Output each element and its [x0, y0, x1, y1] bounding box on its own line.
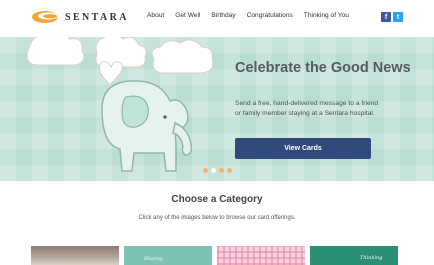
logo-swoosh-icon	[32, 11, 58, 23]
carousel-dot[interactable]	[203, 168, 208, 173]
nav-item-congratulations[interactable]: Congratulations	[247, 12, 293, 19]
carousel-dot[interactable]	[227, 168, 232, 173]
carousel-dot-active[interactable]	[211, 168, 216, 173]
site-header: SENTARA About Get Well Birthday Congratu…	[0, 0, 434, 37]
view-cards-button[interactable]: View Cards	[235, 138, 371, 159]
nav-item-get-well[interactable]: Get Well	[175, 12, 200, 19]
category-thumbnail[interactable]: Thinking	[310, 246, 398, 265]
thumbnail-caption: Thinking	[360, 255, 383, 261]
nav-item-about[interactable]: About	[147, 12, 164, 19]
social-links: f t	[379, 12, 403, 22]
hero-title: Celebrate the Good News	[235, 60, 411, 76]
category-subtitle: Click any of the images below to browse …	[138, 215, 296, 221]
logo-wordmark: SENTARA	[65, 11, 129, 23]
category-thumbnails: Hooray Thinking	[31, 246, 403, 265]
nav-item-thinking-of-you[interactable]: Thinking of You	[304, 12, 349, 19]
category-heading: Choose a Category	[171, 194, 263, 205]
hero-description: Send a free, hand-delivered message to a…	[235, 100, 379, 117]
thumbnail-caption: Hooray	[144, 256, 163, 262]
category-thumbnail[interactable]	[217, 246, 305, 265]
facebook-icon[interactable]: f	[381, 12, 391, 22]
carousel-dots	[203, 168, 235, 173]
main-nav: About Get Well Birthday Congratulations …	[147, 12, 360, 19]
sentara-logo[interactable]: SENTARA	[31, 8, 129, 26]
twitter-icon[interactable]: t	[393, 12, 403, 22]
category-thumbnail[interactable]: Hooray	[124, 246, 212, 265]
hero-banner: Celebrate the Good News Send a free, han…	[0, 37, 434, 181]
elephant-illustration	[26, 37, 214, 172]
category-thumbnail[interactable]	[31, 246, 119, 265]
carousel-dot[interactable]	[219, 168, 224, 173]
nav-item-birthday[interactable]: Birthday	[211, 12, 235, 19]
